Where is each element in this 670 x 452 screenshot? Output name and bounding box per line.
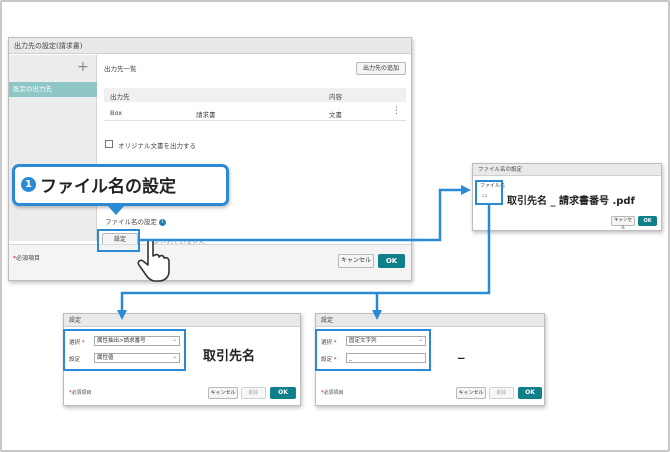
cancel-button[interactable]: キャンセル: [338, 254, 374, 268]
row-destination: Box: [110, 109, 123, 117]
settings-right-highlight: [315, 329, 431, 371]
step-callout: 1 ファイル名の設定: [12, 164, 229, 206]
step-number-badge: 1: [21, 177, 36, 192]
list-title: 出力先一覧: [104, 65, 137, 73]
required-note: *必須項目: [13, 253, 40, 262]
checkbox-label: オリジナル文書を出力する: [118, 142, 196, 150]
hand-cursor-icon: [137, 238, 170, 282]
settings-left-delete-button[interactable]: 削除: [241, 387, 266, 399]
row-doc-type: 請求書: [196, 111, 216, 119]
settings-left-highlight: [63, 329, 186, 371]
table-header: 出力先 内容: [104, 88, 406, 102]
row-content: 文書: [329, 111, 342, 119]
column-header-content: 内容: [329, 93, 342, 101]
settings-left-title: 設定: [64, 314, 300, 327]
filename-ok-button[interactable]: OK: [638, 216, 657, 226]
column-header-destination: 出力先: [110, 93, 130, 101]
filename-label: ファイル名の設定 i: [105, 216, 167, 226]
required-note-text: 必須項目: [323, 390, 344, 396]
settings-left-ok-button[interactable]: OK: [270, 387, 296, 399]
table-row[interactable]: Box 請求書 文書 ⋮: [104, 105, 406, 121]
filename-dialog-title: ファイル名の設定: [473, 164, 661, 176]
settings-left-cancel-button[interactable]: キャンセル: [208, 387, 238, 399]
settings-right-required: *必須項目: [321, 390, 344, 396]
settings-left-required: *必須項目: [69, 390, 92, 396]
output-settings-dialog: 出力先の設定(請求書) + 既定の出力先 出力先一覧 出力先の追加 出力先 内容…: [8, 37, 412, 281]
required-note-text: 必須項目: [16, 255, 41, 262]
settings-right-ok-button[interactable]: OK: [518, 387, 542, 399]
original-doc-checkbox[interactable]: [105, 140, 113, 148]
add-icon[interactable]: +: [77, 59, 89, 75]
settings-right-delete-button[interactable]: 削除: [489, 387, 514, 399]
info-icon[interactable]: i: [159, 218, 167, 226]
dialog-title: 出力先の設定(請求書): [9, 38, 411, 54]
dialog-footer: *必須項目 キャンセル OK: [9, 244, 411, 280]
ok-button[interactable]: OK: [378, 254, 405, 268]
sidebar: + 既定の出力先: [9, 55, 97, 241]
filename-cancel-button[interactable]: キャンセル: [611, 216, 635, 231]
add-output-button[interactable]: 出力先の追加: [356, 62, 406, 75]
settings-right-title: 設定: [316, 314, 544, 327]
filename-preview: 取引先名 _ 請求書番号 .pdf: [507, 196, 635, 207]
filename-label-text: ファイル名の設定: [105, 218, 157, 226]
callout-tail: [108, 206, 124, 215]
step-callout-text: ファイル名の設定: [40, 177, 176, 197]
required-note-text: 必須項目: [71, 390, 92, 396]
sidebar-item-default-output[interactable]: 既定の出力先: [9, 82, 97, 97]
filename-field-highlight: [475, 180, 503, 205]
settings-button-highlight: [97, 229, 140, 252]
settings-right-cancel-button[interactable]: キャンセル: [456, 387, 486, 399]
settings-right-result: _: [458, 345, 465, 360]
settings-left-result: 取引先名: [203, 349, 256, 364]
row-menu-icon[interactable]: ⋮: [392, 107, 401, 116]
